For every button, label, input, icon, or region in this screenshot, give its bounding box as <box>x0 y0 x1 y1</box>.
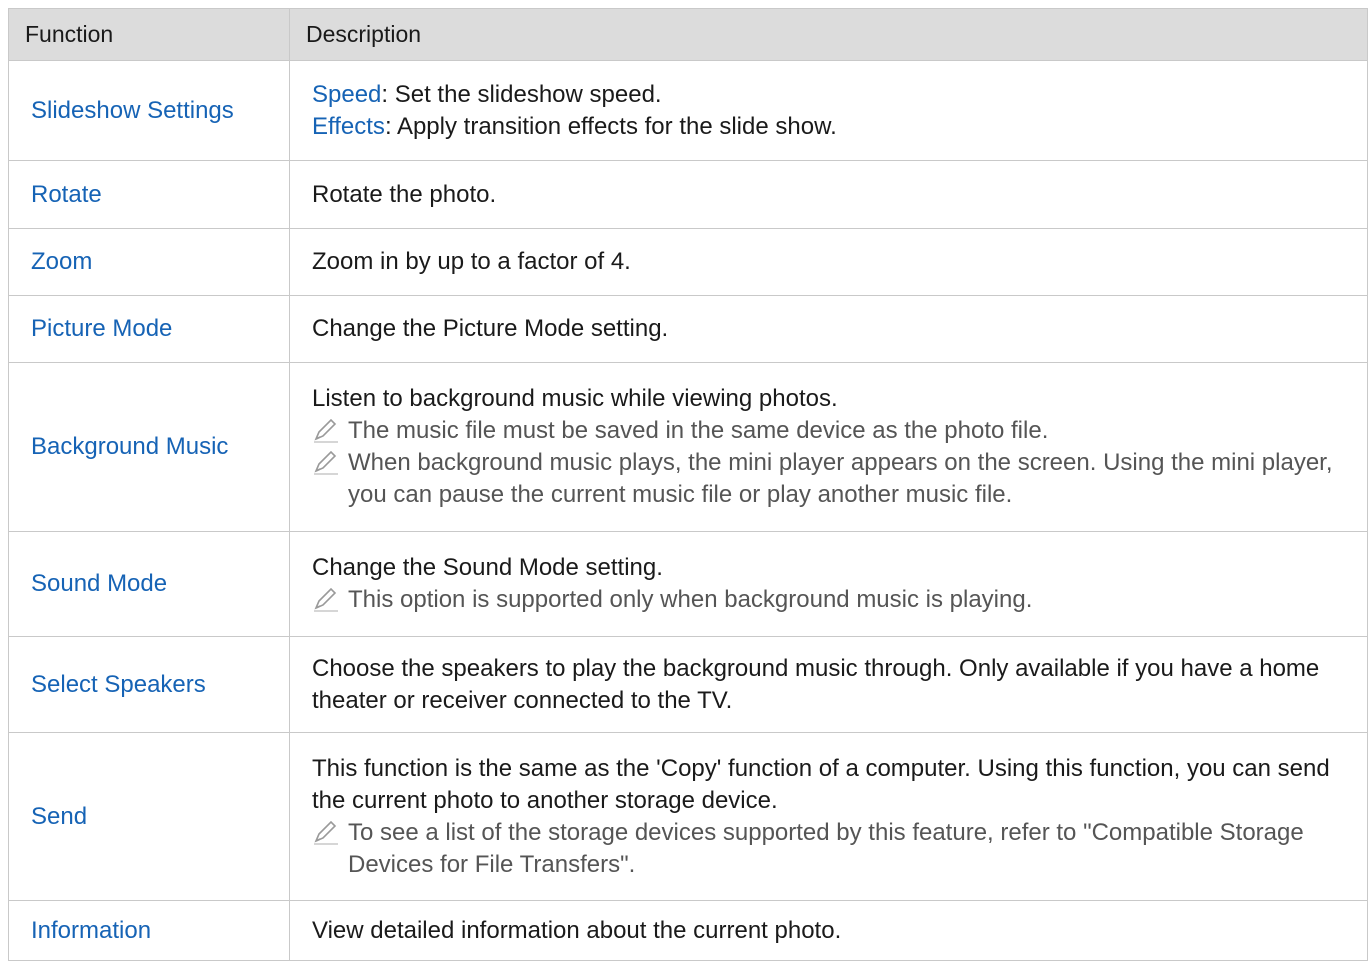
note-text: When background music plays, the mini pl… <box>348 449 1333 508</box>
table-row: Background Music Listen to background mu… <box>8 362 1368 532</box>
function-select-speakers[interactable]: Select Speakers <box>8 636 290 733</box>
function-picture-mode[interactable]: Picture Mode <box>8 295 290 363</box>
function-zoom[interactable]: Zoom <box>8 228 290 296</box>
note: This option is supported only when backg… <box>312 584 1347 616</box>
term-effects[interactable]: Effects <box>312 113 385 140</box>
note-text: To see a list of the storage devices sup… <box>348 818 1304 878</box>
note: To see a list of the storage devices sup… <box>312 817 1347 881</box>
description-text: Change the Sound Mode setting. <box>312 554 663 581</box>
pencil-note-icon <box>314 419 338 443</box>
description-cell: Rotate the photo. <box>289 160 1368 229</box>
function-background-music[interactable]: Background Music <box>8 362 290 532</box>
pencil-note-icon <box>314 820 338 845</box>
pencil-note-icon <box>314 451 338 475</box>
table-row: Sound Mode Change the Sound Mode setting… <box>8 531 1368 637</box>
description-text: This function is the same as the 'Copy' … <box>312 754 1330 814</box>
description-cell: Choose the speakers to play the backgrou… <box>289 636 1368 733</box>
table-row: Select Speakers Choose the speakers to p… <box>8 636 1368 733</box>
term-text: : Set the slideshow speed. <box>381 80 662 108</box>
function-column-header: Function <box>8 8 290 61</box>
note-text: This option is supported only when backg… <box>348 586 1033 613</box>
term-speed[interactable]: Speed <box>312 81 381 108</box>
description-line: Speed: Set the slideshow speed. <box>312 79 1347 111</box>
description-cell: Change the Sound Mode setting. This opti… <box>289 531 1368 637</box>
table-header-row: Function Description <box>8 8 1368 61</box>
table-row: Slideshow Settings Speed: Set the slides… <box>8 60 1368 161</box>
note: The music file must be saved in the same… <box>312 415 1347 447</box>
description-text: Listen to background music while viewing… <box>312 385 838 412</box>
function-slideshow-settings[interactable]: Slideshow Settings <box>8 60 290 161</box>
description-cell: Listen to background music while viewing… <box>289 362 1368 532</box>
function-rotate[interactable]: Rotate <box>8 160 290 229</box>
term-text: : Apply transition effects for the slide… <box>384 112 837 140</box>
table-row: Send This function is the same as the 'C… <box>8 732 1368 901</box>
function-send[interactable]: Send <box>8 732 290 901</box>
note-text: The music file must be saved in the same… <box>348 417 1049 444</box>
note: When background music plays, the mini pl… <box>312 447 1347 511</box>
description-column-header: Description <box>289 8 1368 61</box>
table-row: Picture Mode Change the Picture Mode set… <box>8 295 1368 363</box>
function-sound-mode[interactable]: Sound Mode <box>8 531 290 637</box>
pencil-note-icon <box>314 588 338 612</box>
table-row: Rotate Rotate the photo. <box>8 160 1368 229</box>
description-cell: View detailed information about the curr… <box>289 900 1368 961</box>
description-cell: This function is the same as the 'Copy' … <box>289 732 1368 901</box>
function-information[interactable]: Information <box>8 900 290 961</box>
table-row: Information View detailed information ab… <box>8 900 1368 961</box>
description-cell: Change the Picture Mode setting. <box>289 295 1368 363</box>
function-table: Function Description Slideshow Settings … <box>8 8 1368 961</box>
table-row: Zoom Zoom in by up to a factor of 4. <box>8 228 1368 296</box>
description-cell: Speed: Set the slideshow speed. Effects:… <box>289 60 1368 161</box>
description-cell: Zoom in by up to a factor of 4. <box>289 228 1368 296</box>
description-line: Effects: Apply transition effects for th… <box>312 111 1347 143</box>
